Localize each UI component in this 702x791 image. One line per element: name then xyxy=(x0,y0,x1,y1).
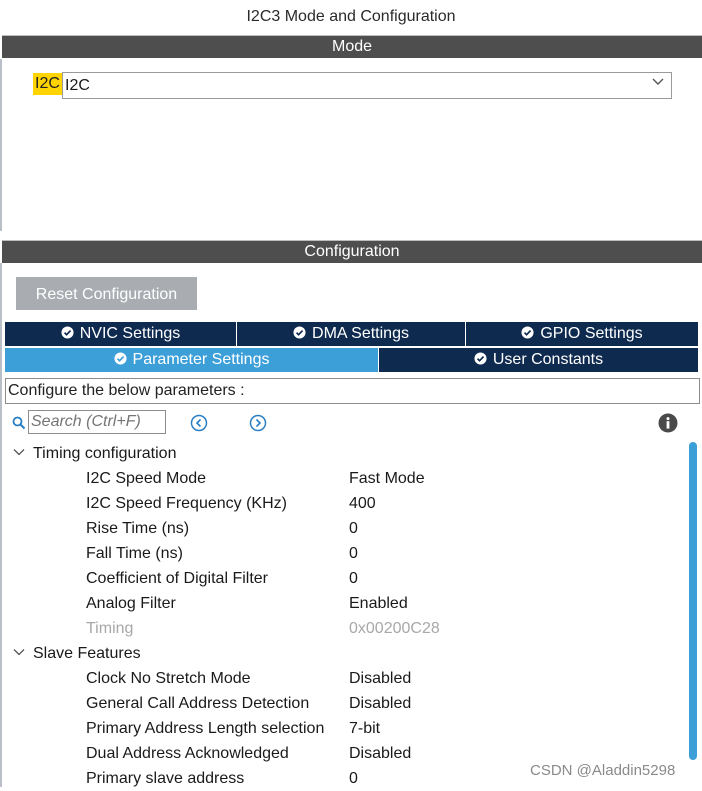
param-value[interactable]: Fast Mode xyxy=(349,466,425,491)
group-label: Slave Features xyxy=(33,645,141,662)
tab-label: NVIC Settings xyxy=(79,325,181,342)
check-circle-icon xyxy=(113,352,127,365)
i2c-mode-select[interactable]: I2C xyxy=(62,72,672,99)
param-name: I2C Speed Frequency (KHz) xyxy=(86,495,287,512)
param-row[interactable]: General Call Address Detection Disabled xyxy=(0,691,680,716)
param-value[interactable]: 7-bit xyxy=(349,716,380,741)
param-name: Timing xyxy=(86,620,134,637)
param-value[interactable]: 400 xyxy=(349,491,376,516)
arrow-left-circle-icon[interactable] xyxy=(190,414,208,432)
tab-parameter-settings[interactable]: Parameter Settings xyxy=(5,348,379,372)
check-circle-icon xyxy=(474,352,487,365)
param-name: Primary slave address xyxy=(86,770,245,787)
param-row[interactable]: Coefficient of Digital Filter 0 xyxy=(0,566,680,591)
param-value[interactable]: Enabled xyxy=(349,591,408,616)
param-name: Analog Filter xyxy=(86,595,176,612)
tab-label: Parameter Settings xyxy=(132,351,270,368)
group-slave-features[interactable]: Slave Features xyxy=(13,641,141,666)
i2c-field-label: I2C xyxy=(33,73,62,95)
param-name: General Call Address Detection xyxy=(86,695,310,712)
param-value[interactable]: Disabled xyxy=(349,741,411,766)
configuration-section-header[interactable]: Configuration xyxy=(2,240,702,263)
param-row[interactable]: I2C Speed Mode Fast Mode xyxy=(0,466,680,491)
tab-dma-settings[interactable]: DMA Settings xyxy=(237,322,466,346)
search-icon xyxy=(12,416,26,430)
tab-nvic-settings[interactable]: NVIC Settings xyxy=(5,322,237,346)
check-circle-icon xyxy=(293,326,306,339)
tab-row-2: Parameter Settings User Constants xyxy=(5,348,698,372)
param-name: Fall Time (ns) xyxy=(86,545,183,562)
param-row[interactable]: Fall Time (ns) 0 xyxy=(0,541,680,566)
configure-hint: Configure the below parameters : xyxy=(5,378,700,404)
param-row[interactable]: Primary Address Length selection 7-bit xyxy=(0,716,680,741)
param-name: Clock No Stretch Mode xyxy=(86,670,251,687)
param-value[interactable]: 0 xyxy=(349,566,358,591)
param-name: Primary Address Length selection xyxy=(86,720,325,737)
param-name: I2C Speed Mode xyxy=(86,470,207,487)
group-label: Timing configuration xyxy=(33,445,177,462)
param-name: Coefficient of Digital Filter xyxy=(86,570,268,587)
expand-chevron-icon[interactable] xyxy=(13,446,25,458)
param-name: Dual Address Acknowledged xyxy=(86,745,289,762)
tab-row-1: NVIC Settings DMA Settings GPIO Settings xyxy=(5,322,698,346)
vertical-scrollbar[interactable] xyxy=(689,442,697,760)
info-icon[interactable] xyxy=(658,413,678,433)
param-value[interactable]: 0 xyxy=(349,541,358,566)
expand-chevron-icon[interactable] xyxy=(13,646,25,658)
param-value[interactable]: 0 xyxy=(349,766,358,791)
param-row[interactable]: Rise Time (ns) 0 xyxy=(0,516,680,541)
tab-label: GPIO Settings xyxy=(540,325,643,342)
param-value[interactable]: Disabled xyxy=(349,666,411,691)
param-row-disabled: Timing 0x00200C28 xyxy=(0,616,680,641)
param-row[interactable]: Analog Filter Enabled xyxy=(0,591,680,616)
param-value[interactable]: Disabled xyxy=(349,691,411,716)
mode-panel-edge xyxy=(0,59,2,231)
mode-section-header[interactable]: Mode xyxy=(2,35,702,58)
param-value[interactable]: 0 xyxy=(349,516,358,541)
param-name: Rise Time (ns) xyxy=(86,520,190,537)
check-circle-icon xyxy=(521,326,534,339)
reset-configuration-button[interactable]: Reset Configuration xyxy=(16,277,197,310)
window-title: I2C3 Mode and Configuration xyxy=(246,8,456,25)
arrow-right-circle-icon[interactable] xyxy=(249,414,267,432)
watermark: CSDN @Aladdin5298 xyxy=(530,762,676,779)
i2c-mode-selected-value: I2C xyxy=(65,77,90,94)
tab-label: User Constants xyxy=(492,351,604,368)
tab-gpio-settings[interactable]: GPIO Settings xyxy=(466,322,698,346)
search-input[interactable] xyxy=(28,410,166,434)
tab-label: DMA Settings xyxy=(312,325,409,342)
param-row[interactable]: I2C Speed Frequency (KHz) 400 xyxy=(0,491,680,516)
param-value: 0x00200C28 xyxy=(349,620,440,637)
group-timing-configuration[interactable]: Timing configuration xyxy=(13,441,176,466)
check-circle-icon xyxy=(61,326,74,339)
tab-user-constants[interactable]: User Constants xyxy=(379,348,698,372)
chevron-down-icon[interactable] xyxy=(651,75,665,89)
param-row[interactable]: Clock No Stretch Mode Disabled xyxy=(0,666,680,691)
